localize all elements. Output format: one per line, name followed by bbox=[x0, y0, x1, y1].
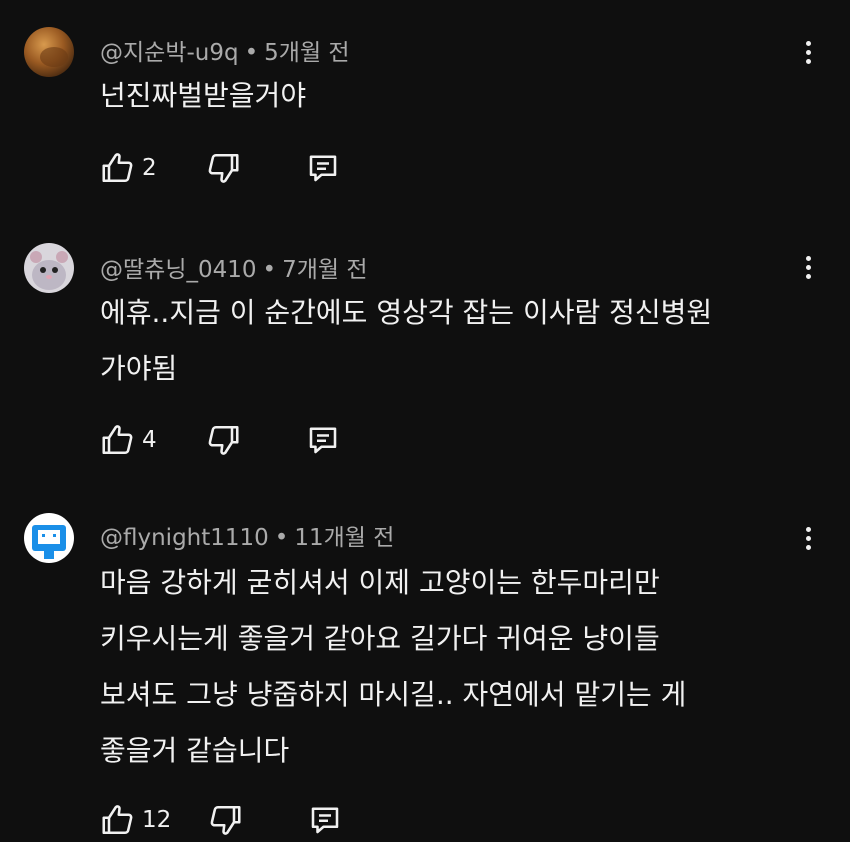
like-count: 2 bbox=[142, 155, 157, 181]
thumbs-down-icon bbox=[208, 425, 239, 455]
avatar-brown-photo-icon bbox=[24, 27, 74, 77]
thumbs-up-icon bbox=[102, 805, 133, 835]
comment-author[interactable]: @flynight1110 bbox=[100, 525, 269, 551]
thumbs-up-icon bbox=[102, 153, 133, 183]
meta-separator: • bbox=[274, 525, 289, 551]
comment-meta: @딸츄닝_0410 • 7개월 전 bbox=[100, 250, 368, 284]
thumbs-down-icon bbox=[208, 153, 239, 183]
comment-author[interactable]: @딸츄닝_0410 bbox=[100, 257, 257, 283]
like-count: 12 bbox=[142, 807, 172, 833]
dislike-button[interactable] bbox=[205, 422, 241, 458]
like-button[interactable]: 4 bbox=[100, 422, 157, 458]
meta-separator: • bbox=[244, 40, 259, 66]
comment-text: 에휴..지금 이 순간에도 영상각 잡는 이사람 정신병원 가야됨 bbox=[100, 296, 713, 385]
thumbs-down-icon bbox=[210, 805, 241, 835]
comment-actions: 4 bbox=[100, 420, 341, 460]
comment-time[interactable]: 11개월 전 bbox=[294, 525, 394, 551]
more-vertical-icon[interactable] bbox=[796, 34, 820, 70]
meta-separator: • bbox=[262, 257, 277, 283]
reply-icon bbox=[309, 155, 336, 182]
reply-button[interactable] bbox=[305, 422, 341, 458]
comment-meta: @flynight1110 • 11개월 전 bbox=[100, 518, 394, 552]
like-count: 4 bbox=[142, 427, 157, 453]
comment-author[interactable]: @지순박-u9q bbox=[100, 40, 239, 66]
comment-text: 마음 강하게 굳히셔서 이제 고양이는 한두마리만 키우시는게 좋을거 같아요 … bbox=[100, 566, 687, 767]
comment-actions: 12 bbox=[100, 800, 343, 840]
thumbs-up-icon bbox=[102, 425, 133, 455]
comment-time[interactable]: 7개월 전 bbox=[282, 257, 367, 283]
avatar[interactable] bbox=[24, 513, 74, 563]
like-button[interactable]: 2 bbox=[100, 150, 157, 186]
reply-button[interactable] bbox=[307, 802, 343, 838]
comment-actions: 2 bbox=[100, 148, 341, 188]
avatar[interactable] bbox=[24, 27, 74, 77]
like-button[interactable]: 12 bbox=[100, 802, 171, 838]
comment-text: 넌진짜벌받을거야 bbox=[100, 79, 307, 112]
dislike-button[interactable] bbox=[205, 150, 241, 186]
reply-icon bbox=[309, 427, 336, 454]
more-vertical-icon[interactable] bbox=[796, 249, 820, 285]
reply-icon bbox=[312, 807, 339, 834]
avatar-hamster-icon bbox=[24, 243, 74, 293]
reply-button[interactable] bbox=[305, 150, 341, 186]
comment-meta: @지순박-u9q • 5개월 전 bbox=[100, 33, 350, 67]
avatar[interactable] bbox=[24, 243, 74, 293]
comment-time[interactable]: 5개월 전 bbox=[264, 40, 349, 66]
dislike-button[interactable] bbox=[207, 802, 243, 838]
more-vertical-icon[interactable] bbox=[796, 520, 820, 556]
avatar-blue-robot-icon bbox=[24, 513, 74, 563]
